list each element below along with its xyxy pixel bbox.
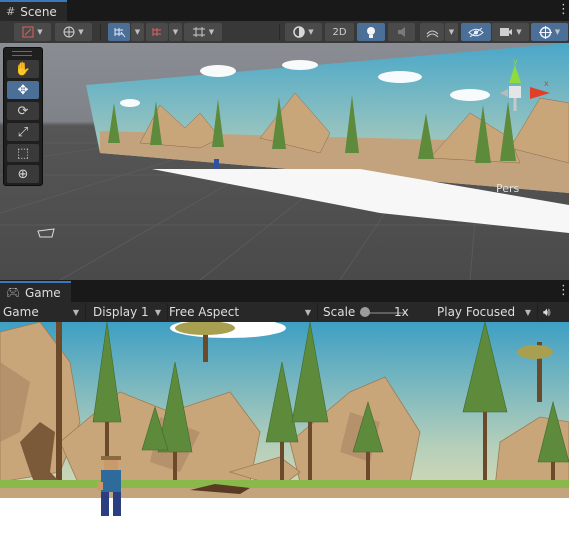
game-render bbox=[0, 322, 569, 552]
shading-mode-dropdown[interactable]: ▼ bbox=[285, 23, 322, 41]
rotate-tool-button[interactable]: ⟳ bbox=[7, 102, 39, 120]
move-tool-button[interactable]: ✥ bbox=[7, 81, 39, 99]
separator bbox=[100, 24, 101, 40]
game-view[interactable] bbox=[0, 322, 569, 552]
game-tab-bar: 🎮︎ Game ⋮ bbox=[0, 281, 569, 302]
game-toolbar: Game ▼ Display 1 ▼ Free Aspect ▼ Scale 1x P… bbox=[0, 302, 569, 322]
move-tool-icon: ✥ bbox=[17, 82, 29, 98]
scale-tool-icon: ⤢ bbox=[17, 124, 29, 140]
game-tab[interactable]: 🎮︎ Game bbox=[0, 281, 71, 302]
2d-mode-toggle[interactable]: 2D bbox=[325, 23, 354, 41]
speaker-icon: 🔊︎ bbox=[543, 304, 551, 319]
rect-tool-button[interactable]: ⬚ bbox=[7, 144, 39, 162]
snap-increment-icon bbox=[152, 28, 161, 36]
separator bbox=[279, 24, 280, 40]
lighting-icon bbox=[367, 26, 375, 38]
snap-increment-toggle[interactable] bbox=[146, 23, 168, 41]
grid-icon: # bbox=[6, 5, 16, 18]
lighting-toggle[interactable] bbox=[357, 23, 385, 41]
effects-toggle[interactable] bbox=[420, 23, 444, 41]
scale-value: 1x bbox=[394, 305, 409, 319]
play-mode-select[interactable]: Play Focused ▼ bbox=[434, 303, 538, 321]
aspect-value: Free Aspect bbox=[169, 305, 240, 319]
grid-plane-dropdown[interactable]: ▼ bbox=[184, 23, 222, 41]
chevron-down-icon: ▼ bbox=[524, 307, 531, 317]
grid-plane-icon bbox=[192, 27, 205, 37]
game-more-menu-icon[interactable]: ⋮ bbox=[557, 284, 569, 297]
gizmo-x-label: x bbox=[544, 79, 549, 88]
chevron-down-icon: ▼ bbox=[72, 307, 79, 317]
hand-tool-icon: ✋ bbox=[14, 61, 32, 77]
transform-tool-button[interactable]: ⊕ bbox=[7, 165, 39, 183]
transform-tool-icon: ⊕ bbox=[17, 166, 29, 182]
scale-control: Scale 1x bbox=[320, 303, 432, 321]
scene-tab-label: Scene bbox=[20, 4, 57, 19]
scene-tab-bar: # Scene ⋮ bbox=[0, 0, 569, 21]
projection-label[interactable]: Pers bbox=[496, 182, 519, 195]
play-mode-value: Play Focused bbox=[437, 305, 516, 319]
chevron-down-icon: ▼ bbox=[304, 307, 311, 317]
tools-overlay: ✋ ✥ ⟳ ⤢ ⬚ ⊕ bbox=[3, 47, 43, 186]
effects-dropdown[interactable]: ▼ bbox=[445, 23, 458, 41]
audio-toggle[interactable] bbox=[388, 23, 415, 41]
snap-grid-icon bbox=[114, 28, 125, 38]
gizmos-icon bbox=[538, 25, 552, 39]
view-select[interactable]: Game ▼ bbox=[0, 303, 86, 321]
global-local-dropdown[interactable]: ▼ bbox=[55, 23, 92, 41]
snap-grid-dropdown[interactable]: ▼ bbox=[131, 23, 144, 41]
transform-handle-icon bbox=[22, 26, 34, 38]
hand-tool-button[interactable]: ✋ bbox=[7, 60, 39, 78]
scale-tool-button[interactable]: ⤢ bbox=[7, 123, 39, 141]
aspect-select[interactable]: Free Aspect ▼ bbox=[166, 303, 318, 321]
gizmo-y-label: y bbox=[513, 57, 518, 66]
visibility-icon bbox=[468, 27, 484, 37]
orientation-gizmo[interactable]: y x bbox=[494, 57, 556, 119]
rotate-tool-icon: ⟳ bbox=[17, 103, 29, 119]
gamepad-icon: 🎮︎ bbox=[6, 286, 20, 299]
display-select[interactable]: Display 1 ▼ bbox=[90, 303, 168, 321]
camera-dropdown[interactable]: ▼ bbox=[492, 23, 529, 41]
display-value: Display 1 bbox=[93, 305, 149, 319]
view-value: Game bbox=[3, 305, 39, 319]
transform-handle-dropdown[interactable]: ▼ bbox=[14, 23, 51, 41]
effects-icon bbox=[426, 30, 438, 38]
scene-tab[interactable]: # Scene bbox=[0, 0, 67, 21]
global-icon bbox=[63, 26, 75, 38]
scene-toolbar: ▼ ▼ ▼ ▼ ▼ ▼ 2D ▼ ▼ ▼ bbox=[0, 21, 569, 44]
audio-icon bbox=[397, 27, 405, 37]
scene-render bbox=[0, 43, 569, 280]
camera-icon bbox=[500, 28, 513, 36]
overlay-grip[interactable] bbox=[12, 51, 32, 56]
snap-grid-toggle[interactable] bbox=[108, 23, 130, 41]
visibility-toggle[interactable] bbox=[461, 23, 491, 41]
rect-tool-icon: ⬚ bbox=[16, 145, 30, 161]
gizmos-dropdown[interactable]: ▼ bbox=[531, 23, 568, 41]
scene-more-menu-icon[interactable]: ⋮ bbox=[557, 3, 569, 16]
shading-mode-icon bbox=[293, 26, 306, 38]
scale-label: Scale bbox=[323, 305, 356, 319]
chevron-down-icon: ▼ bbox=[154, 307, 161, 317]
mute-audio-toggle[interactable]: 🔊︎ bbox=[540, 303, 562, 321]
scale-slider-handle[interactable] bbox=[360, 307, 370, 317]
scene-viewport[interactable]: y x Pers bbox=[0, 43, 569, 280]
2d-mode-label: 2D bbox=[332, 26, 347, 38]
snap-increment-dropdown[interactable]: ▼ bbox=[169, 23, 182, 41]
game-tab-label: Game bbox=[24, 285, 61, 300]
